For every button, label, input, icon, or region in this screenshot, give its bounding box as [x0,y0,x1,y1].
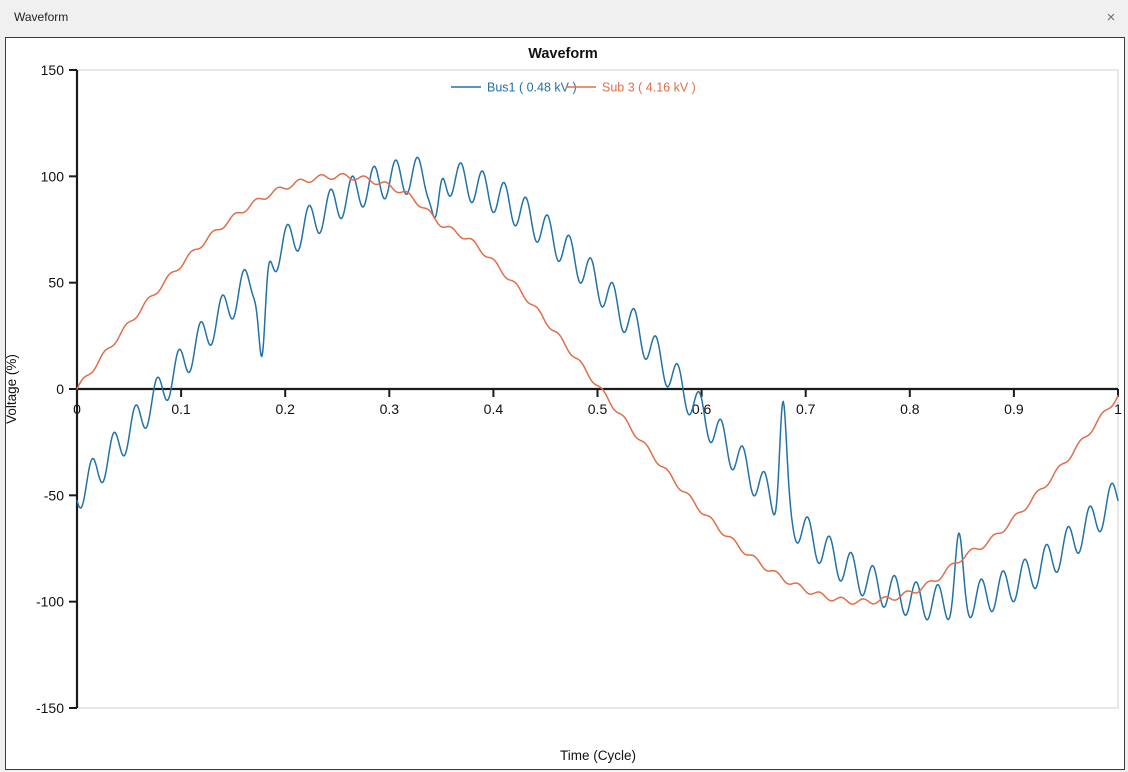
y-tick-label: 150 [41,62,65,78]
y-tick-label: 50 [48,275,64,291]
x-tick-label: 0.6 [692,401,712,417]
x-tick-label: 0.5 [588,401,608,417]
chart-title: Waveform [528,46,598,62]
x-tick-label: 0.7 [796,401,816,417]
waveform-window: Waveform × Waveform Time (Cycle) Voltage… [0,0,1128,772]
x-tick-label: 0.2 [275,401,295,417]
y-tick-label: 0 [56,381,64,397]
waveform-chart: Waveform Time (Cycle) Voltage (%) 150100… [0,0,1128,772]
y-tick-label: 100 [41,168,65,184]
legend-label: Sub 3 ( 4.16 kV ) [602,81,696,95]
x-tick-label: 0.9 [1004,401,1024,417]
legend-label: Bus1 ( 0.48 kV ) [487,81,577,95]
y-axis-title: Voltage (%) [4,354,19,424]
x-tick-label: 1 [1114,401,1122,417]
y-tick-label: -150 [36,700,64,716]
x-axis-title: Time (Cycle) [560,748,636,763]
x-tick-label: 0.8 [900,401,920,417]
x-tick-label: 0.3 [380,401,400,417]
x-tick-label: 0.4 [484,401,504,417]
y-tick-label: -100 [36,594,64,610]
x-tick-label: 0.1 [171,401,191,417]
y-tick-label: -50 [44,487,64,503]
